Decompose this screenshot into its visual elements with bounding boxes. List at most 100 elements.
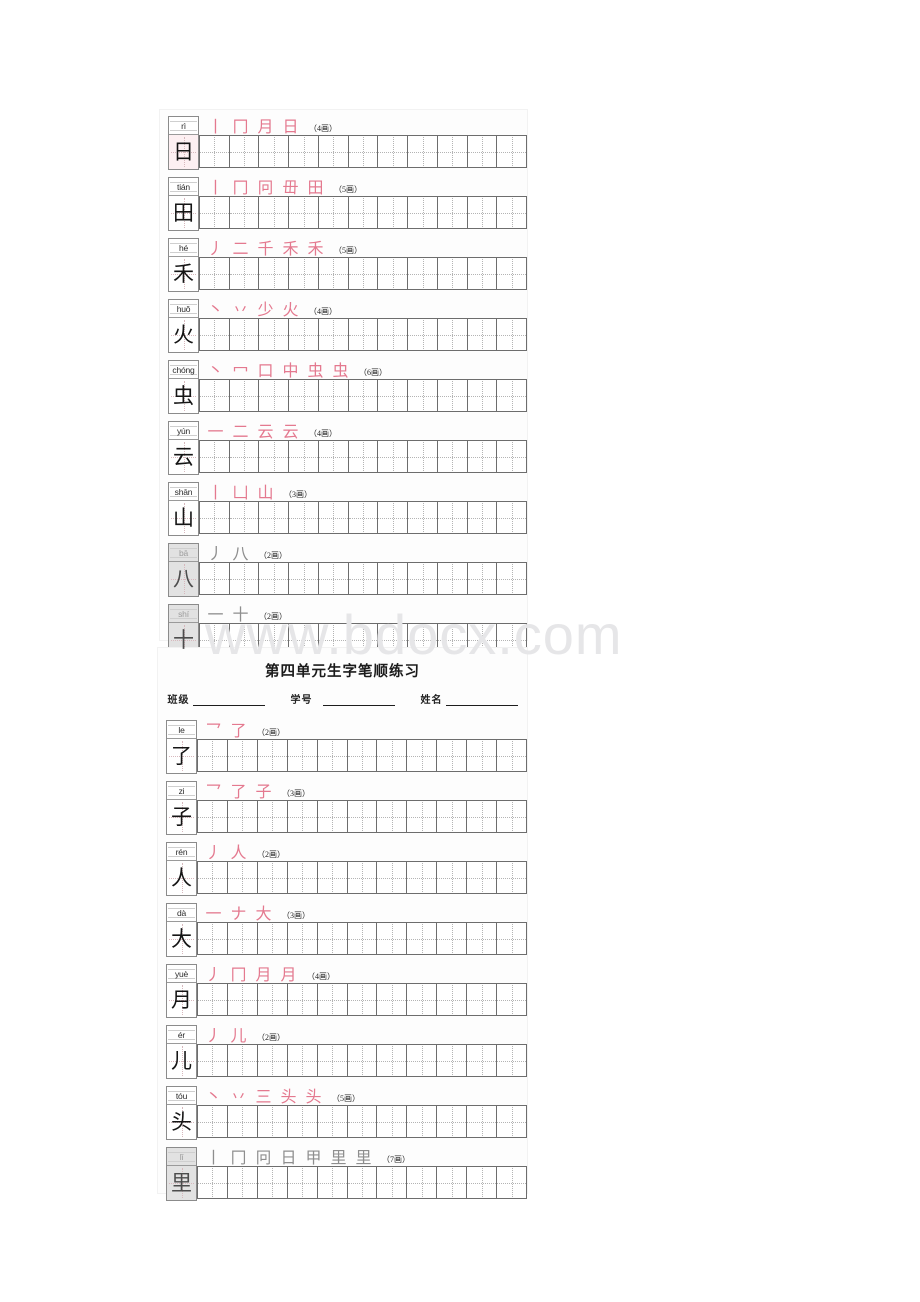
practice-grid-cell[interactable] bbox=[437, 319, 468, 350]
practice-grid-cell[interactable] bbox=[229, 258, 260, 289]
practice-grid-cell[interactable] bbox=[378, 380, 409, 411]
practice-grid-cell[interactable] bbox=[198, 984, 228, 1015]
practice-grid-cell[interactable] bbox=[437, 1045, 468, 1076]
practice-grid-cell[interactable] bbox=[229, 136, 260, 167]
practice-grid[interactable] bbox=[197, 983, 527, 1016]
practice-grid-cell[interactable] bbox=[287, 1167, 318, 1198]
practice-grid-cell[interactable] bbox=[318, 502, 349, 533]
practice-grid[interactable] bbox=[199, 379, 527, 412]
student-field-1[interactable]: 班级 bbox=[168, 691, 265, 706]
practice-grid-cell[interactable] bbox=[377, 801, 408, 832]
practice-grid-cell[interactable] bbox=[437, 502, 468, 533]
practice-grid-cell[interactable] bbox=[377, 1106, 408, 1137]
practice-grid-cell[interactable] bbox=[348, 563, 379, 594]
practice-grid-cell[interactable] bbox=[229, 563, 260, 594]
practice-grid-cell[interactable] bbox=[467, 862, 498, 893]
practice-grid-cell[interactable] bbox=[378, 197, 409, 228]
practice-grid-cell[interactable] bbox=[317, 984, 348, 1015]
practice-grid-cell[interactable] bbox=[318, 441, 349, 472]
practice-grid-cell[interactable] bbox=[289, 197, 319, 228]
practice-grid-cell[interactable] bbox=[317, 740, 348, 771]
practice-grid[interactable] bbox=[199, 562, 527, 595]
practice-grid-cell[interactable] bbox=[200, 258, 230, 289]
practice-grid-cell[interactable] bbox=[497, 740, 526, 771]
practice-grid[interactable] bbox=[197, 861, 527, 894]
practice-grid-cell[interactable] bbox=[467, 1106, 498, 1137]
practice-grid-cell[interactable] bbox=[200, 502, 230, 533]
practice-grid-cell[interactable] bbox=[408, 441, 438, 472]
practice-grid-cell[interactable] bbox=[348, 258, 379, 289]
practice-grid-cell[interactable] bbox=[257, 984, 288, 1015]
practice-grid-cell[interactable] bbox=[378, 441, 409, 472]
practice-grid-cell[interactable] bbox=[407, 923, 438, 954]
practice-grid-cell[interactable] bbox=[408, 502, 438, 533]
practice-grid-cell[interactable] bbox=[259, 502, 290, 533]
practice-grid-cell[interactable] bbox=[467, 740, 498, 771]
practice-grid-cell[interactable] bbox=[227, 1106, 258, 1137]
practice-grid-cell[interactable] bbox=[318, 380, 349, 411]
practice-grid-cell[interactable] bbox=[437, 1167, 468, 1198]
practice-grid-cell[interactable] bbox=[289, 319, 319, 350]
practice-grid-cell[interactable] bbox=[378, 563, 409, 594]
practice-grid-cell[interactable] bbox=[229, 380, 260, 411]
practice-grid-cell[interactable] bbox=[227, 740, 258, 771]
practice-grid-cell[interactable] bbox=[467, 1045, 498, 1076]
student-field-2[interactable]: 学号 bbox=[291, 691, 395, 706]
practice-grid-cell[interactable] bbox=[437, 740, 468, 771]
practice-grid-cell[interactable] bbox=[378, 319, 409, 350]
practice-grid-cell[interactable] bbox=[437, 862, 468, 893]
practice-grid-cell[interactable] bbox=[378, 258, 409, 289]
practice-grid-cell[interactable] bbox=[198, 801, 228, 832]
practice-grid[interactable] bbox=[197, 800, 527, 833]
practice-grid-cell[interactable] bbox=[348, 441, 379, 472]
practice-grid-cell[interactable] bbox=[198, 1106, 228, 1137]
practice-grid-cell[interactable] bbox=[259, 136, 290, 167]
practice-grid-cell[interactable] bbox=[257, 801, 288, 832]
practice-grid-cell[interactable] bbox=[227, 984, 258, 1015]
practice-grid-cell[interactable] bbox=[497, 319, 526, 350]
practice-grid-cell[interactable] bbox=[227, 801, 258, 832]
practice-grid[interactable] bbox=[197, 1044, 527, 1077]
practice-grid-cell[interactable] bbox=[377, 862, 408, 893]
practice-grid-cell[interactable] bbox=[348, 319, 379, 350]
practice-grid-cell[interactable] bbox=[437, 801, 468, 832]
practice-grid[interactable] bbox=[199, 501, 527, 534]
practice-grid-cell[interactable] bbox=[348, 380, 379, 411]
practice-grid-cell[interactable] bbox=[227, 923, 258, 954]
practice-grid-cell[interactable] bbox=[467, 801, 498, 832]
practice-grid-cell[interactable] bbox=[497, 441, 526, 472]
practice-grid-cell[interactable] bbox=[200, 319, 230, 350]
practice-grid-cell[interactable] bbox=[259, 380, 290, 411]
practice-grid-cell[interactable] bbox=[198, 1167, 228, 1198]
practice-grid-cell[interactable] bbox=[467, 563, 498, 594]
practice-grid-cell[interactable] bbox=[467, 923, 498, 954]
practice-grid-cell[interactable] bbox=[229, 319, 260, 350]
practice-grid-cell[interactable] bbox=[437, 258, 468, 289]
practice-grid-cell[interactable] bbox=[287, 923, 318, 954]
practice-grid-cell[interactable] bbox=[437, 984, 468, 1015]
practice-grid-cell[interactable] bbox=[198, 1045, 228, 1076]
practice-grid-cell[interactable] bbox=[348, 136, 379, 167]
practice-grid-cell[interactable] bbox=[467, 502, 498, 533]
practice-grid-cell[interactable] bbox=[287, 862, 318, 893]
practice-grid-cell[interactable] bbox=[259, 319, 290, 350]
practice-grid-cell[interactable] bbox=[437, 441, 468, 472]
practice-grid-cell[interactable] bbox=[497, 862, 526, 893]
practice-grid-cell[interactable] bbox=[347, 1167, 378, 1198]
practice-grid-cell[interactable] bbox=[200, 136, 230, 167]
practice-grid-cell[interactable] bbox=[259, 197, 290, 228]
practice-grid-cell[interactable] bbox=[467, 441, 498, 472]
practice-grid-cell[interactable] bbox=[437, 1106, 468, 1137]
practice-grid-cell[interactable] bbox=[287, 1045, 318, 1076]
practice-grid-cell[interactable] bbox=[287, 1106, 318, 1137]
practice-grid-cell[interactable] bbox=[408, 197, 438, 228]
practice-grid-cell[interactable] bbox=[437, 380, 468, 411]
practice-grid-cell[interactable] bbox=[467, 380, 498, 411]
practice-grid-cell[interactable] bbox=[497, 380, 526, 411]
practice-grid-cell[interactable] bbox=[497, 801, 526, 832]
practice-grid-cell[interactable] bbox=[378, 136, 409, 167]
practice-grid-cell[interactable] bbox=[198, 923, 228, 954]
practice-grid-cell[interactable] bbox=[407, 740, 438, 771]
practice-grid-cell[interactable] bbox=[408, 380, 438, 411]
practice-grid[interactable] bbox=[199, 318, 527, 351]
